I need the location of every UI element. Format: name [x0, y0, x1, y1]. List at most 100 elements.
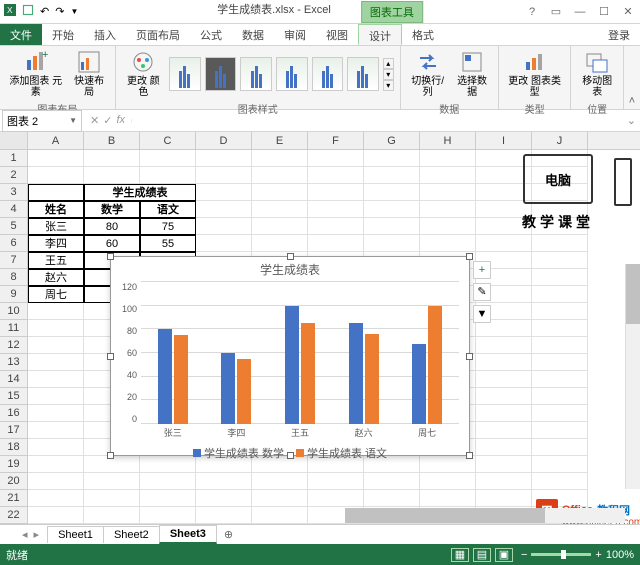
- row-header[interactable]: 18: [0, 439, 28, 456]
- chart-style-2[interactable]: [205, 57, 237, 91]
- chart-style-3[interactable]: [240, 57, 272, 91]
- chart-style-1[interactable]: [169, 57, 201, 91]
- resize-handle[interactable]: [287, 253, 294, 260]
- row-header[interactable]: 17: [0, 422, 28, 439]
- cell[interactable]: [308, 218, 364, 235]
- cell[interactable]: [140, 150, 196, 167]
- cell[interactable]: 赵六: [28, 269, 84, 286]
- col-header[interactable]: I: [476, 132, 532, 149]
- fx-icon[interactable]: fx: [116, 114, 125, 127]
- cell[interactable]: [476, 371, 532, 388]
- row-header[interactable]: 6: [0, 235, 28, 252]
- cell[interactable]: [532, 269, 588, 286]
- cell[interactable]: [420, 167, 476, 184]
- cell[interactable]: 周七: [28, 286, 84, 303]
- chart-title[interactable]: 学生成绩表: [111, 257, 469, 282]
- cell[interactable]: [476, 439, 532, 456]
- close-icon[interactable]: ✕: [620, 5, 636, 18]
- chart-object[interactable]: + ✎ ▼ 学生成绩表 020406080100120 张三李四王五赵六周七 学…: [110, 256, 470, 456]
- cell[interactable]: [196, 201, 252, 218]
- row-header[interactable]: 15: [0, 388, 28, 405]
- redo-icon[interactable]: ↷: [55, 5, 64, 18]
- expand-formula-bar-icon[interactable]: ⌄: [623, 114, 640, 127]
- row-header[interactable]: 7: [0, 252, 28, 269]
- row-header[interactable]: 11: [0, 320, 28, 337]
- cell[interactable]: [364, 184, 420, 201]
- row-header[interactable]: 3: [0, 184, 28, 201]
- cell[interactable]: [28, 422, 84, 439]
- cell[interactable]: [308, 473, 364, 490]
- cell[interactable]: 王五: [28, 252, 84, 269]
- cell[interactable]: [28, 184, 84, 201]
- minimize-icon[interactable]: —: [572, 6, 588, 18]
- zoom-slider[interactable]: [531, 553, 591, 556]
- cell[interactable]: [252, 201, 308, 218]
- chart-style-6[interactable]: [347, 57, 379, 91]
- col-header[interactable]: D: [196, 132, 252, 149]
- scroll-down-icon[interactable]: ▾: [383, 69, 394, 80]
- cell[interactable]: [196, 507, 252, 524]
- cell[interactable]: 张三: [28, 218, 84, 235]
- cell[interactable]: [196, 235, 252, 252]
- cell[interactable]: [420, 201, 476, 218]
- resize-handle[interactable]: [107, 253, 114, 260]
- cell[interactable]: [196, 167, 252, 184]
- resize-handle[interactable]: [466, 253, 473, 260]
- cell[interactable]: [476, 388, 532, 405]
- cell[interactable]: [364, 218, 420, 235]
- cell[interactable]: [532, 422, 588, 439]
- chart-elements-button[interactable]: +: [473, 261, 491, 279]
- chart-style-4[interactable]: [276, 57, 308, 91]
- switch-row-col-button[interactable]: 切换行/列: [407, 48, 449, 100]
- cell[interactable]: 数学: [84, 201, 140, 218]
- cell[interactable]: [532, 286, 588, 303]
- tab-formula[interactable]: 公式: [190, 24, 232, 45]
- page-layout-view-button[interactable]: ▤: [473, 548, 491, 562]
- tab-home[interactable]: 开始: [42, 24, 84, 45]
- cell[interactable]: [532, 473, 588, 490]
- cell[interactable]: [532, 405, 588, 422]
- cell[interactable]: [252, 184, 308, 201]
- cell[interactable]: 80: [84, 218, 140, 235]
- cell[interactable]: [252, 150, 308, 167]
- cell[interactable]: [196, 184, 252, 201]
- row-header[interactable]: 8: [0, 269, 28, 286]
- cell[interactable]: [420, 490, 476, 507]
- resize-handle[interactable]: [107, 452, 114, 459]
- cell[interactable]: [364, 167, 420, 184]
- cell[interactable]: [28, 303, 84, 320]
- login-link[interactable]: 登录: [598, 24, 640, 45]
- row-header[interactable]: 4: [0, 201, 28, 218]
- sheet-tab-1[interactable]: Sheet1: [47, 526, 104, 543]
- cell[interactable]: [28, 167, 84, 184]
- cell[interactable]: [140, 490, 196, 507]
- move-chart-button[interactable]: 移动图表: [577, 48, 616, 100]
- cell[interactable]: [532, 337, 588, 354]
- cell[interactable]: [84, 473, 140, 490]
- row-header[interactable]: 5: [0, 218, 28, 235]
- resize-handle[interactable]: [107, 353, 114, 360]
- cell[interactable]: [28, 473, 84, 490]
- row-header[interactable]: 1: [0, 150, 28, 167]
- col-header[interactable]: B: [84, 132, 140, 149]
- tab-layout[interactable]: 页面布局: [126, 24, 190, 45]
- enter-icon[interactable]: ✓: [103, 114, 112, 127]
- cell[interactable]: [28, 354, 84, 371]
- chart-styles-button[interactable]: ✎: [473, 283, 491, 301]
- chart-filters-button[interactable]: ▼: [473, 305, 491, 323]
- sheet-nav-next-icon[interactable]: ▸: [32, 528, 42, 541]
- resize-handle[interactable]: [287, 452, 294, 459]
- zoom-in-button[interactable]: +: [595, 549, 601, 561]
- horizontal-scrollbar[interactable]: [345, 508, 625, 523]
- cell[interactable]: [532, 371, 588, 388]
- cell[interactable]: [28, 388, 84, 405]
- col-header[interactable]: E: [252, 132, 308, 149]
- collapse-ribbon-icon[interactable]: ˄: [624, 46, 640, 109]
- row-header[interactable]: 2: [0, 167, 28, 184]
- row-header[interactable]: 16: [0, 405, 28, 422]
- cell[interactable]: [28, 490, 84, 507]
- cell[interactable]: 姓名: [28, 201, 84, 218]
- cell[interactable]: [532, 354, 588, 371]
- cell[interactable]: [252, 167, 308, 184]
- sheet-nav-prev-icon[interactable]: ◂: [20, 528, 30, 541]
